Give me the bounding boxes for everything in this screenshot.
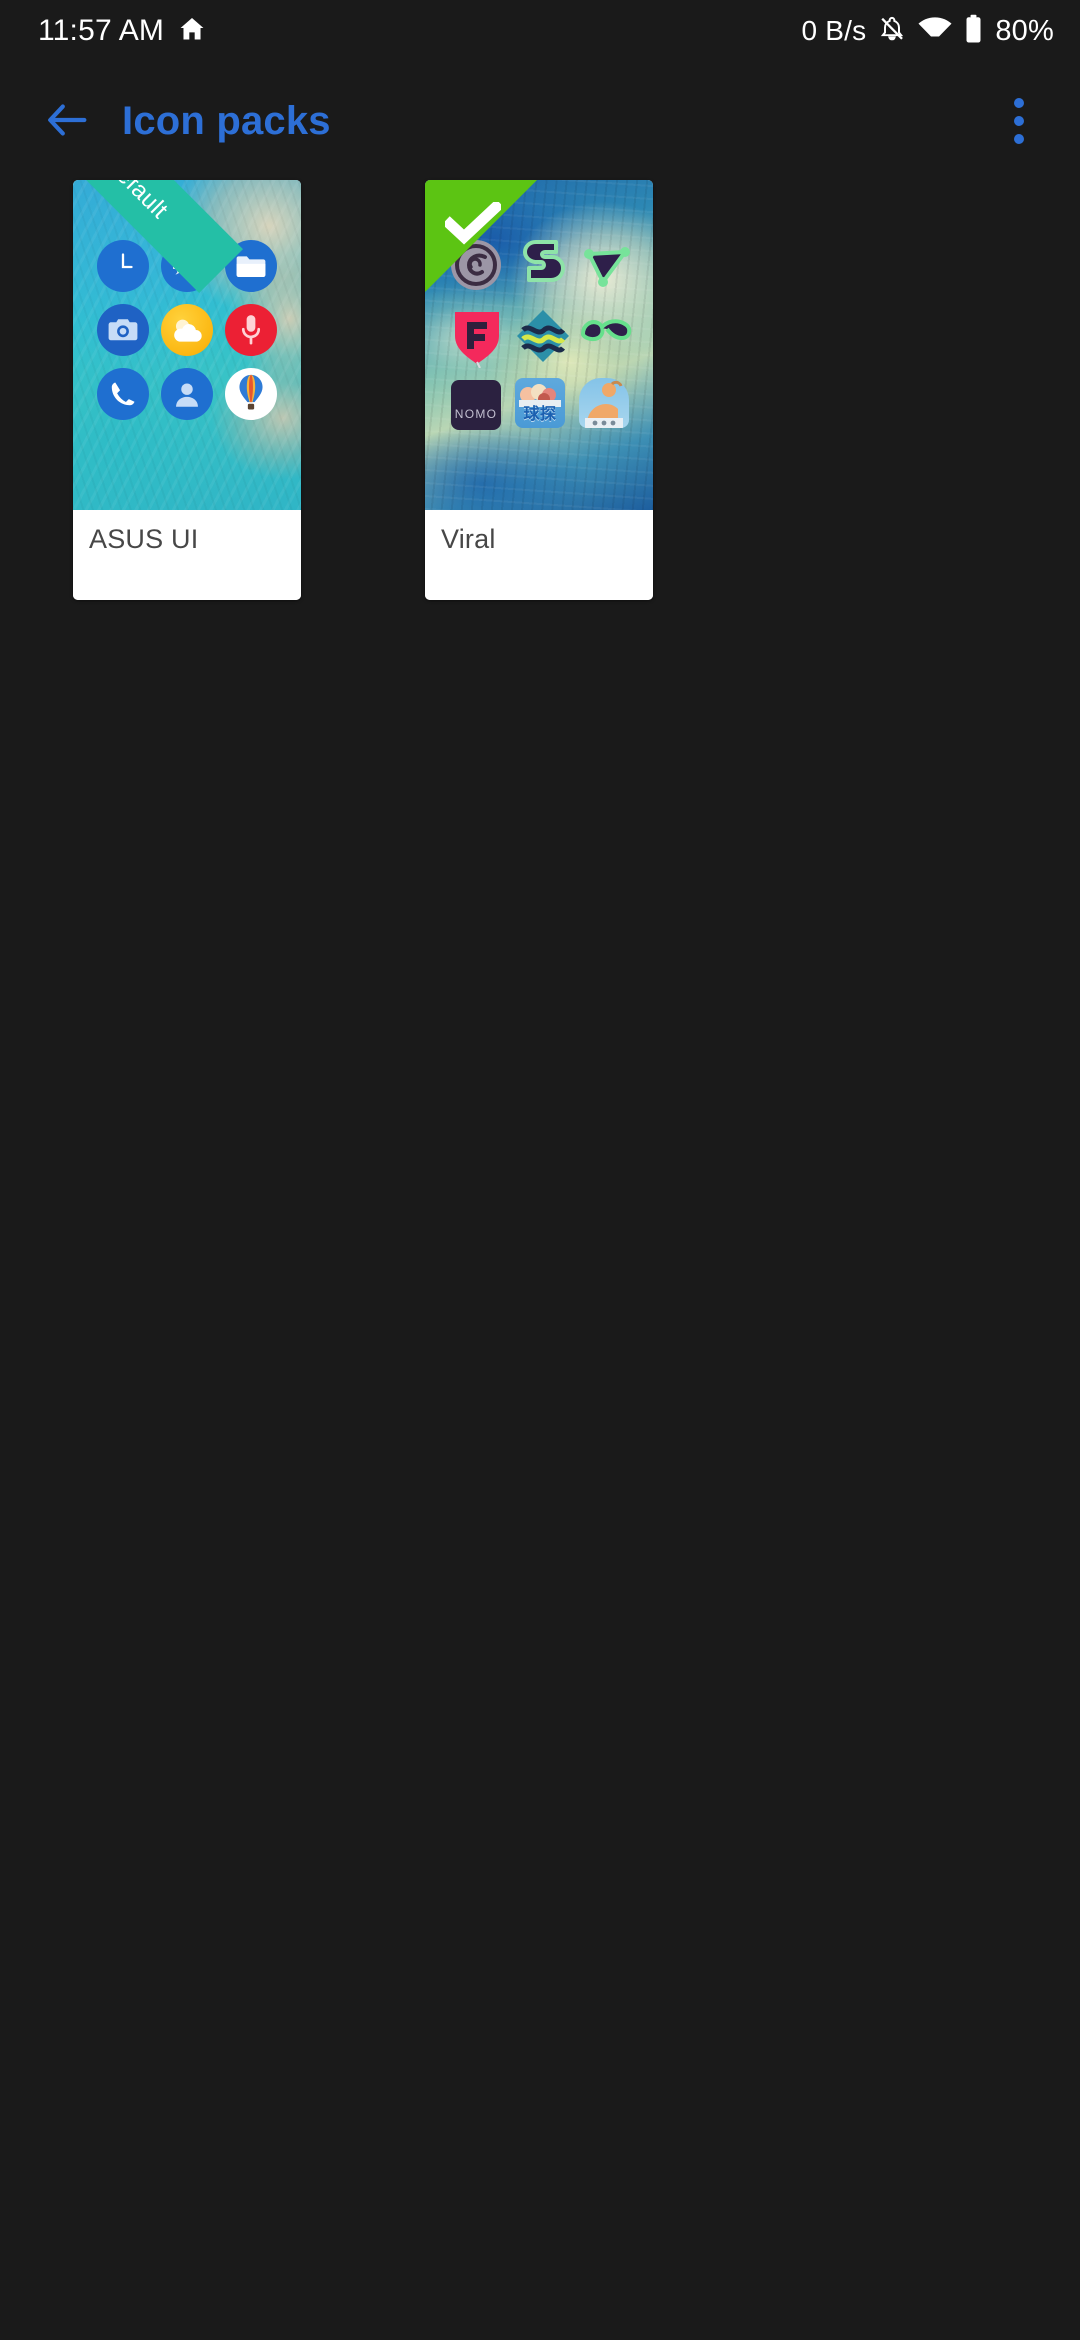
home-icon (177, 15, 207, 48)
icon-pack-preview: NOMO 球探 (425, 180, 653, 510)
dark-s-shape-icon (515, 234, 571, 297)
battery-percent: 80% (995, 14, 1054, 47)
status-bar: 11:57 AM 0 B/s 80% (0, 0, 1080, 62)
camera-icon (97, 304, 149, 356)
more-vertical-icon-dot-2 (1014, 116, 1024, 126)
status-clock: 11:57 AM (38, 14, 165, 47)
voice-recorder-mic-icon (225, 304, 277, 356)
overflow-menu-button[interactable] (984, 82, 1054, 160)
nomo-label: NOMO (454, 407, 498, 421)
icon-pack-card-asus-ui[interactable]: Default ASUS UI (73, 180, 301, 600)
page-title: Icon packs (122, 98, 331, 143)
icon-pack-card-viral[interactable]: NOMO 球探 Viral (425, 180, 653, 600)
icon-pack-grid: Default ASUS UI NOMO 球探 Viral (0, 180, 1080, 600)
arrow-left-icon (46, 102, 88, 141)
green-triangle-icon (581, 244, 633, 297)
battery-icon (964, 14, 983, 49)
back-button[interactable] (30, 84, 104, 158)
settings-gear-icon (161, 240, 213, 292)
phone-dialer-icon (97, 368, 149, 420)
bell-off-icon (878, 14, 906, 49)
icon-pack-name: ASUS UI (73, 510, 301, 600)
status-bar-left: 11:57 AM (38, 14, 207, 48)
qiutan-food-icon: 球探 (515, 378, 565, 428)
status-bar-right: 0 B/s 80% (802, 14, 1054, 49)
cartoon-character-icon (579, 378, 629, 428)
green-loop-glasses-icon (579, 314, 635, 361)
clock-icon (97, 240, 149, 292)
network-rate: 0 B/s (801, 15, 867, 46)
preview-icon-grid (73, 180, 301, 510)
gray-swirl-icon (449, 238, 503, 297)
icon-pack-preview: Default (73, 180, 301, 510)
wifi-icon (918, 15, 952, 48)
nomo-camera-icon: NOMO (451, 380, 501, 430)
qiutan-label: 球探 (523, 406, 557, 423)
teal-wave-diamond-icon (515, 308, 571, 369)
pink-shield-f-icon (451, 306, 503, 373)
file-manager-folder-icon (225, 240, 277, 292)
app-bar: Icon packs (0, 62, 1080, 180)
weather-cloud-icon (161, 304, 213, 356)
contacts-person-icon (161, 368, 213, 420)
more-vertical-icon-dot-3 (1014, 134, 1024, 144)
preview-icon-grid: NOMO 球探 (425, 180, 653, 510)
more-vertical-icon-dot-1 (1014, 98, 1024, 108)
icon-pack-name: Viral (425, 510, 653, 600)
hot-air-balloon-app-icon (225, 368, 277, 420)
